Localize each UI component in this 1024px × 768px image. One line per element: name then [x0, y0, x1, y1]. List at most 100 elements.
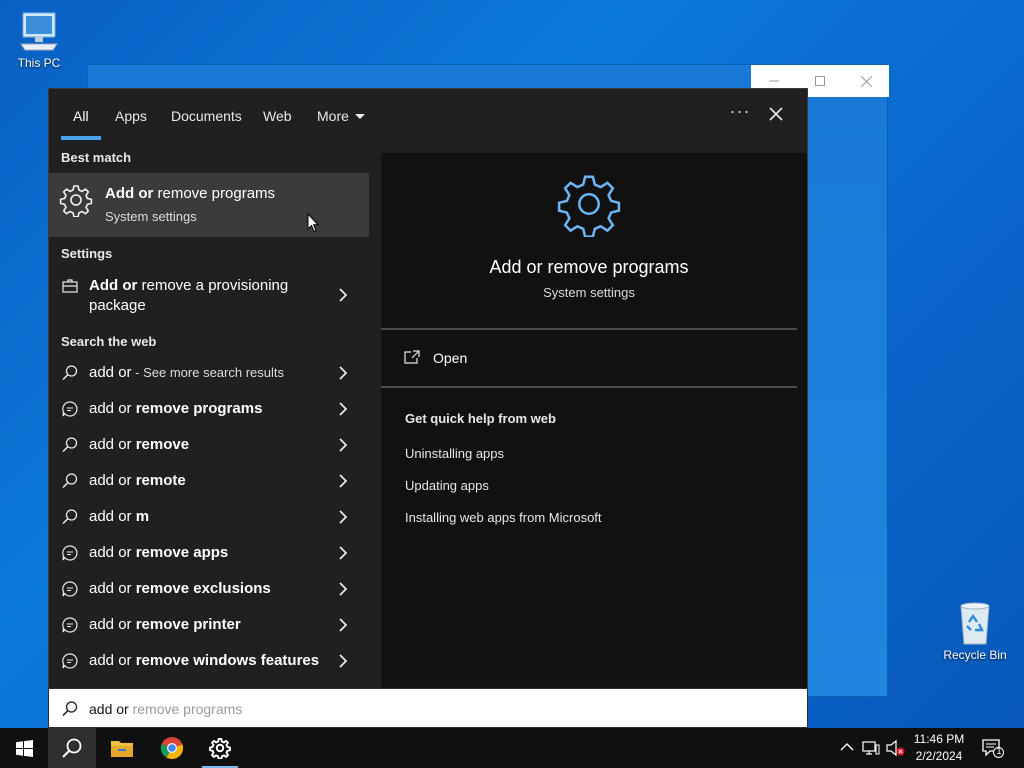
open-button[interactable]: Open [403, 347, 783, 371]
web-result-label: add or remove exclusions [89, 580, 271, 597]
search-panel: All Apps Documents Web More ··· Best mat… [48, 88, 808, 728]
gear-icon [557, 175, 621, 237]
start-button[interactable] [0, 728, 48, 768]
this-pc-label: This PC [17, 56, 61, 70]
search-icon [62, 509, 78, 525]
web-result-label: add or remove windows features [89, 652, 320, 669]
chrome-icon [160, 737, 184, 760]
best-match-header: Best match [61, 150, 132, 165]
best-match-item[interactable]: Add or remove programs System settings [49, 173, 369, 237]
chevron-right-icon[interactable] [337, 545, 349, 561]
taskbar-settings[interactable] [196, 728, 244, 768]
volume-muted-icon[interactable] [886, 739, 906, 757]
desktop-icon-recycle-bin[interactable]: Recycle Bin [935, 600, 1015, 662]
search-icon [62, 437, 78, 453]
search-typed-text: add or [89, 701, 129, 717]
help-link-uninstalling-apps[interactable]: Uninstalling apps [405, 446, 504, 461]
more-options-button[interactable]: ··· [725, 101, 755, 127]
active-tab-indicator [61, 136, 101, 140]
web-result-row[interactable]: add or remove programs [49, 391, 369, 427]
settings-result-provisioning[interactable]: Add or remove a provisioning package [49, 269, 369, 321]
desktop-icon-this-pc[interactable]: This PC [0, 10, 79, 70]
web-result-row[interactable]: add or - See more search results [49, 355, 369, 391]
chevron-right-icon[interactable] [337, 437, 349, 453]
open-label: Open [433, 350, 468, 366]
close-icon [769, 107, 783, 121]
chevron-right-icon[interactable] [337, 401, 349, 417]
chevron-right-icon[interactable] [337, 581, 349, 597]
search-box[interactable]: add or remove programs [48, 688, 808, 728]
settings-header: Settings [61, 246, 113, 261]
search-autocomplete: remove programs [128, 701, 243, 717]
tab-more[interactable]: More [317, 106, 365, 126]
chevron-right-icon[interactable] [337, 473, 349, 489]
chevron-right-icon[interactable] [337, 365, 349, 381]
taskbar-chrome[interactable] [148, 728, 196, 768]
web-result-label: add or remove programs [89, 400, 263, 417]
best-match-subtitle: System settings [105, 209, 197, 224]
clock-date: 2/2/2024 [915, 749, 963, 763]
web-suggestion-icon [62, 401, 78, 417]
chevron-right-icon[interactable] [337, 653, 349, 669]
folder-icon [111, 741, 133, 757]
ellipsis-icon: ··· [729, 101, 751, 121]
web-result-label: add or remove [89, 436, 190, 453]
recycle-bin-icon [960, 602, 990, 645]
web-result-row[interactable]: add or remove apps [49, 535, 369, 571]
web-result-row[interactable]: add or remote [49, 463, 369, 499]
gear-icon [209, 737, 231, 759]
detail-subtitle: System settings [543, 285, 635, 300]
clock-time: 11:46 PM [913, 732, 965, 746]
web-result-label: add or remove apps [89, 544, 229, 561]
web-suggestion-icon [62, 545, 78, 561]
search-icon [62, 701, 78, 717]
minimize-icon [769, 80, 779, 82]
network-icon[interactable] [862, 740, 880, 756]
web-result-row[interactable]: add or m [49, 499, 369, 535]
search-input[interactable]: add or remove programs [89, 701, 242, 717]
quick-help-title: Get quick help from web [405, 411, 556, 426]
recycle-bin-label: Recycle Bin [943, 648, 1007, 662]
open-icon [404, 350, 420, 364]
show-hidden-icons-chevron-up-icon[interactable] [840, 742, 854, 752]
web-result-row[interactable]: add or remove exclusions [49, 571, 369, 607]
web-result-label: add or m [89, 508, 150, 525]
web-result-row[interactable]: add or remove windows features [49, 643, 369, 679]
maximize-icon [815, 76, 825, 86]
search-icon [62, 738, 82, 758]
divider [381, 386, 797, 388]
web-suggestion-icon [62, 581, 78, 597]
chevron-right-icon[interactable] [337, 617, 349, 633]
help-link-updating-apps[interactable]: Updating apps [405, 478, 489, 493]
results-list: Best match Add or remove programs System… [49, 141, 369, 687]
close-window-button[interactable] [843, 65, 889, 97]
taskbar-search-button[interactable] [48, 728, 96, 768]
web-suggestion-icon [62, 653, 78, 669]
detail-pane: Add or remove programs System settings O… [381, 153, 807, 689]
taskbar: 11:46 PM 2/2/2024 1 [0, 728, 1024, 768]
web-suggestion-icon [62, 617, 78, 633]
tab-all[interactable]: All [73, 106, 89, 126]
taskbar-file-explorer[interactable] [98, 728, 146, 768]
clock[interactable]: 11:46 PM 2/2/2024 [906, 731, 972, 765]
web-result-label: add or - See more search results [89, 364, 284, 381]
search-web-header: Search the web [61, 334, 157, 349]
web-result-label: add or remote [89, 472, 186, 489]
search-tabs: All Apps Documents Web More ··· [49, 89, 807, 141]
help-link-installing-web-apps[interactable]: Installing web apps from Microsoft [405, 510, 602, 525]
action-center-button[interactable]: 1 [982, 738, 1004, 758]
close-search-button[interactable] [763, 101, 789, 127]
search-icon [62, 365, 78, 381]
tab-web[interactable]: Web [263, 106, 292, 126]
tab-documents[interactable]: Documents [171, 106, 242, 126]
tab-apps[interactable]: Apps [115, 106, 147, 126]
provisioning-package-icon [62, 279, 78, 293]
tab-more-label: More [317, 108, 349, 124]
web-result-label: add or remove printer [89, 616, 241, 633]
chevron-right-icon[interactable] [337, 509, 349, 525]
web-result-row[interactable]: add or remove printer [49, 607, 369, 643]
notification-count-badge: 1 [996, 746, 1002, 756]
chevron-right-icon[interactable] [337, 287, 349, 303]
web-result-row[interactable]: add or remove [49, 427, 369, 463]
search-icon [62, 473, 78, 489]
